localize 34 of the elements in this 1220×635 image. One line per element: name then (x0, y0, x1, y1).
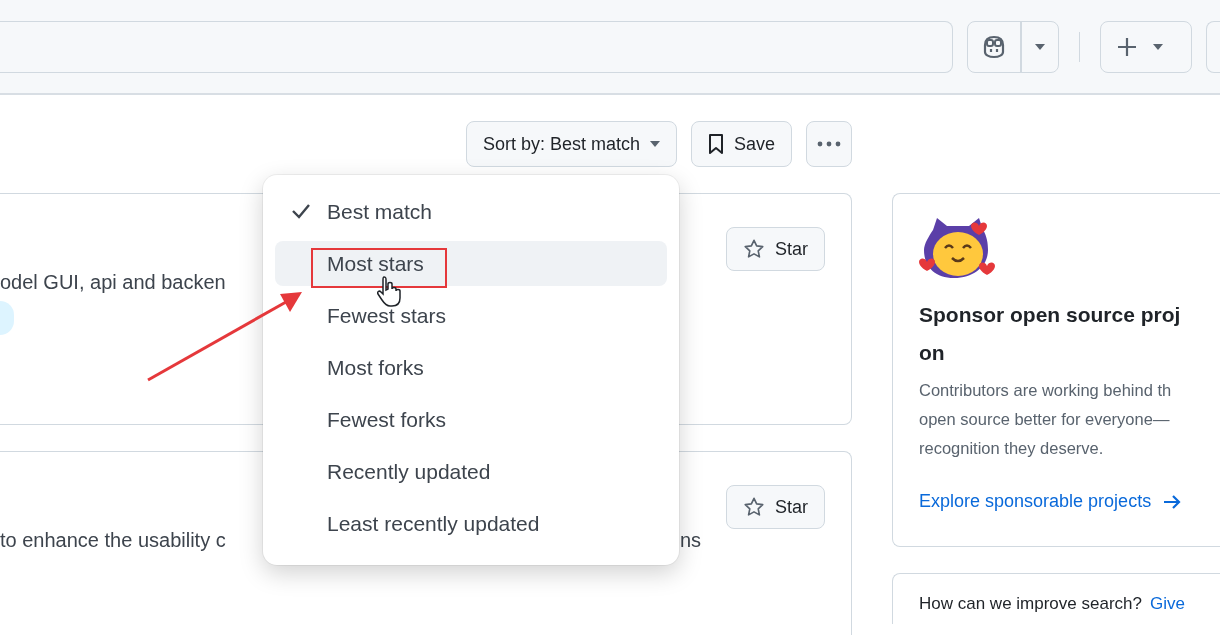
feedback-link[interactable]: Give (1150, 594, 1185, 614)
star-icon (743, 496, 765, 518)
star-button[interactable]: Star (726, 485, 825, 529)
sort-option[interactable]: Fewest forks (275, 397, 667, 442)
kebab-icon (817, 141, 841, 147)
sponsor-heading: Sponsor open source proj on (919, 302, 1182, 366)
sort-option[interactable]: Recently updated (275, 449, 667, 494)
repo-description: to enhance the usability c (0, 529, 226, 552)
caret-icon (1034, 43, 1045, 50)
caret-icon (1153, 43, 1164, 50)
sponsor-description: Contributors are working behind th open source better for everyone— recognition they deserve. (919, 380, 1173, 459)
explore-sponsorable-link[interactable]: Explore sponsorable projects (919, 491, 1182, 512)
arrow-right-icon (1163, 493, 1182, 510)
caret-icon (649, 141, 660, 147)
bookmark-icon (707, 133, 724, 155)
star-icon (743, 238, 765, 260)
header-button[interactable] (1206, 20, 1220, 73)
sort-option[interactable]: Best match (275, 189, 667, 234)
sort-option[interactable]: Least recently updated (275, 501, 667, 546)
plus-icon (1117, 36, 1138, 57)
search-field[interactable] (0, 20, 954, 73)
sort-button[interactable]: Sort by: Best match (465, 121, 677, 167)
more-options-button[interactable] (806, 121, 852, 167)
create-button[interactable] (1100, 20, 1192, 73)
sort-option[interactable]: Fewest stars (275, 293, 667, 338)
feedback-question: How can we improve search? (919, 594, 1142, 614)
star-button[interactable]: Star (726, 227, 825, 271)
sort-option[interactable]: Most stars (275, 241, 667, 286)
sort-option[interactable]: Most forks (275, 345, 667, 390)
repo-description: odel GUI, api and backen (0, 271, 226, 294)
repo-description: ns (680, 529, 702, 552)
save-button[interactable]: Save (690, 121, 792, 167)
copilot-button[interactable] (967, 20, 1059, 73)
hand-cursor-icon (377, 275, 401, 307)
